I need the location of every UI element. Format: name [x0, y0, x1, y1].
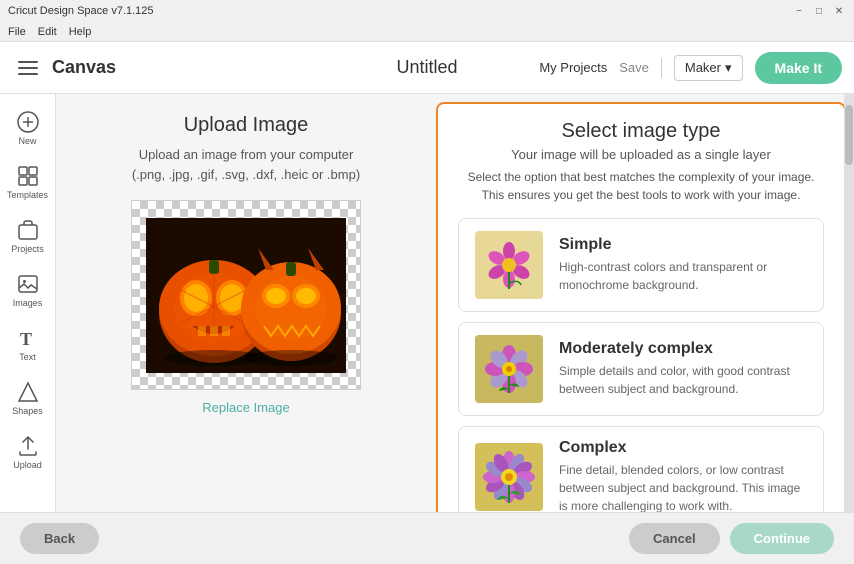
upload-subtitle: Upload an image from your computer (.png…: [132, 145, 360, 184]
back-button[interactable]: Back: [20, 523, 99, 554]
bottom-bar: Back Cancel Continue: [0, 512, 854, 564]
new-icon: [16, 110, 40, 134]
menu-edit[interactable]: Edit: [38, 26, 57, 38]
hamburger-line-1: [18, 61, 38, 63]
scrollbar-thumb[interactable]: [845, 105, 853, 165]
sidebar: New Templates Projects Images T Text: [0, 94, 56, 564]
sidebar-item-images[interactable]: Images: [4, 264, 52, 316]
sidebar-label-new: New: [18, 136, 36, 146]
app-name: Cricut Design Space v7.1.125: [8, 5, 154, 17]
cancel-button[interactable]: Cancel: [629, 523, 720, 554]
menu-file[interactable]: File: [8, 26, 26, 38]
make-it-button[interactable]: Make It: [755, 52, 842, 84]
minimize-button[interactable]: −: [792, 4, 806, 18]
complex-desc: Fine detail, blended colors, or low cont…: [559, 461, 807, 515]
maker-chevron-icon: ▾: [725, 60, 732, 76]
upload-subtitle-2: (.png, .jpg, .gif, .svg, .dxf, .heic or …: [132, 167, 360, 182]
hamburger-line-2: [18, 67, 38, 69]
simple-content: Simple High-contrast colors and transpar…: [559, 236, 807, 294]
menu-help[interactable]: Help: [69, 26, 92, 38]
maker-button[interactable]: Maker ▾: [674, 55, 743, 81]
menu-bar: File Edit Help: [0, 22, 854, 42]
hamburger-button[interactable]: [12, 52, 44, 84]
app-bar-right: My Projects Save Maker ▾ Make It: [539, 52, 842, 84]
moderately-complex-card[interactable]: Moderately complex Simple details and co…: [458, 322, 824, 416]
select-title: Select image type: [458, 120, 824, 143]
sidebar-item-shapes[interactable]: Shapes: [4, 372, 52, 424]
upload-icon: [16, 434, 40, 458]
projects-icon: [16, 218, 40, 242]
moderate-title: Moderately complex: [559, 340, 807, 358]
app-bar: Canvas Untitled My Projects Save Maker ▾…: [0, 42, 854, 94]
templates-icon: [16, 164, 40, 188]
upload-panel: Upload Image Upload an image from your c…: [56, 94, 436, 564]
svg-text:T: T: [20, 329, 32, 349]
canvas-label: Canvas: [52, 57, 116, 78]
complex-title: Complex: [559, 439, 807, 457]
simple-desc: High-contrast colors and transparent or …: [559, 258, 807, 294]
complex-content: Complex Fine detail, blended colors, or …: [559, 439, 807, 515]
simple-thumbnail: [475, 231, 543, 299]
simple-title: Simple: [559, 236, 807, 254]
select-instruction: Select the option that best matches the …: [458, 168, 824, 204]
maker-label: Maker: [685, 60, 721, 75]
select-panel: Select image type Your image will be upl…: [436, 102, 846, 556]
sidebar-item-projects[interactable]: Projects: [4, 210, 52, 262]
title-bar-controls: − □ ✕: [792, 4, 846, 18]
main-layout: New Templates Projects Images T Text: [0, 94, 854, 564]
pumpkin-illustration: [146, 218, 346, 373]
title-bar-left: Cricut Design Space v7.1.125: [8, 5, 154, 17]
toolbar-divider: [661, 58, 662, 78]
upload-title: Upload Image: [184, 114, 309, 137]
sidebar-item-text[interactable]: T Text: [4, 318, 52, 370]
moderate-thumbnail: [475, 335, 543, 403]
sidebar-label-text: Text: [19, 352, 36, 362]
text-icon: T: [16, 326, 40, 350]
sidebar-item-new[interactable]: New: [4, 102, 52, 154]
images-icon: [16, 272, 40, 296]
simple-card[interactable]: Simple High-contrast colors and transpar…: [458, 218, 824, 312]
close-button[interactable]: ✕: [832, 4, 846, 18]
moderate-content: Moderately complex Simple details and co…: [559, 340, 807, 398]
moderate-desc: Simple details and color, with good cont…: [559, 362, 807, 398]
hamburger-line-3: [18, 73, 38, 75]
scrollbar-track: [844, 94, 854, 512]
my-projects-button[interactable]: My Projects: [539, 60, 607, 75]
sidebar-label-shapes: Shapes: [12, 406, 43, 416]
select-subtitle: Your image will be uploaded as a single …: [458, 147, 824, 162]
sidebar-label-templates: Templates: [7, 190, 48, 200]
complex-thumbnail: [475, 443, 543, 511]
shapes-icon: [16, 380, 40, 404]
bottom-right: Cancel Continue: [629, 523, 834, 554]
image-preview: [131, 200, 361, 390]
sidebar-label-upload: Upload: [13, 460, 42, 470]
sidebar-label-projects: Projects: [11, 244, 44, 254]
sidebar-item-upload[interactable]: Upload: [4, 426, 52, 478]
upload-subtitle-1: Upload an image from your computer: [139, 147, 354, 162]
replace-image-link[interactable]: Replace Image: [202, 400, 289, 415]
save-button[interactable]: Save: [619, 60, 649, 75]
maximize-button[interactable]: □: [812, 4, 826, 18]
sidebar-label-images: Images: [13, 298, 43, 308]
continue-button[interactable]: Continue: [730, 523, 834, 554]
sidebar-item-templates[interactable]: Templates: [4, 156, 52, 208]
title-bar: Cricut Design Space v7.1.125 − □ ✕: [0, 0, 854, 22]
document-title: Untitled: [396, 57, 457, 78]
content-area: Upload Image Upload an image from your c…: [56, 94, 854, 564]
